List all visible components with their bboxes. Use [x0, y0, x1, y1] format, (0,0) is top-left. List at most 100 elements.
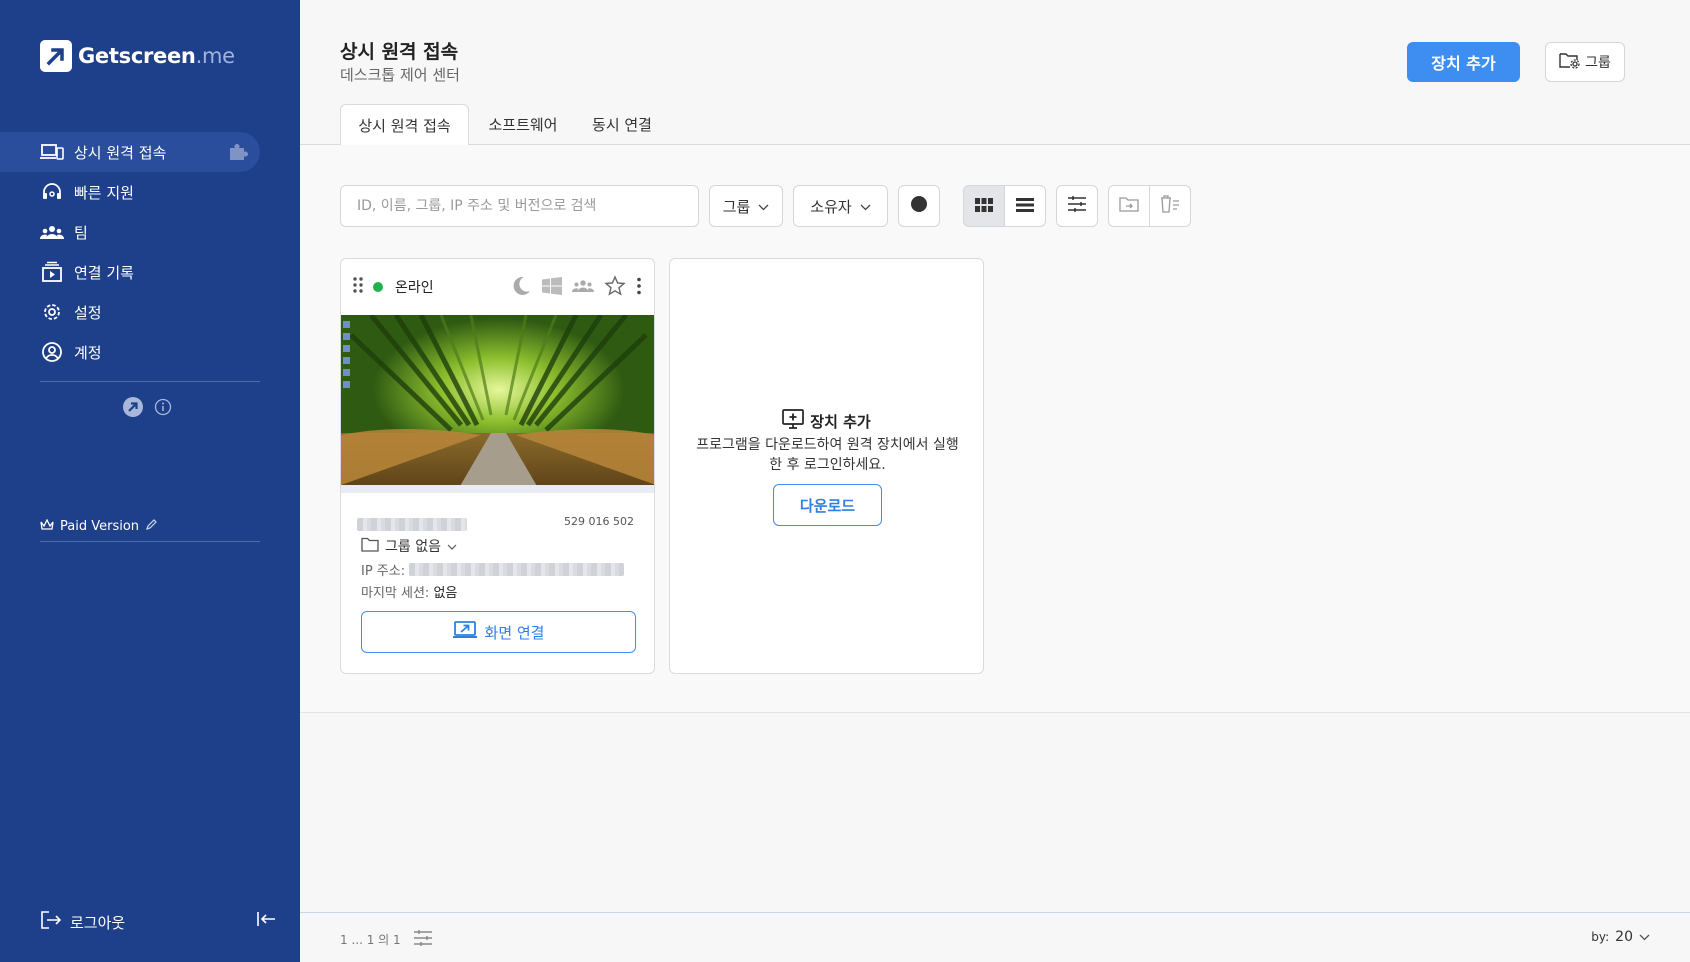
page-title: 상시 원격 접속	[340, 41, 459, 63]
sidebar-item-quick-support[interactable]: 빠른 지원	[0, 172, 300, 212]
folder-move-icon	[1119, 196, 1139, 216]
device-ip: IP 주소:	[361, 560, 625, 579]
star-icon[interactable]	[604, 275, 626, 301]
device-last-session: 마지막 세션: 없음	[361, 582, 457, 601]
pagination-settings-icon[interactable]	[413, 929, 433, 950]
device-id: 529 016 502	[564, 515, 634, 528]
move-to-folder-button[interactable]	[1108, 185, 1150, 227]
devices-icon	[40, 140, 64, 164]
gear-icon	[40, 300, 64, 324]
tab-software[interactable]: 소프트웨어	[471, 104, 575, 145]
add-device-title: 장치 추가	[670, 409, 983, 433]
monitor-plus-icon	[782, 409, 805, 433]
taskbar	[341, 485, 654, 493]
more-vertical-icon[interactable]	[636, 277, 642, 299]
device-screen-thumbnail[interactable]	[341, 315, 654, 493]
sidebar-item-label: 연결 기록	[74, 263, 134, 282]
screen-connect-icon	[452, 621, 477, 643]
ip-label: IP 주소:	[361, 564, 406, 579]
tab-bar: 상시 원격 접속 소프트웨어 동시 연결	[300, 104, 1690, 146]
search-input[interactable]	[340, 185, 699, 227]
sidebar-item-account[interactable]: 계정	[0, 332, 300, 372]
ip-value-redacted	[409, 563, 625, 576]
owner-filter-dropdown[interactable]: 소유자	[793, 185, 888, 227]
trash-list-icon	[1160, 195, 1180, 217]
logo-text: Getscreen.me	[78, 44, 235, 68]
page-subtitle: 데스크톱 제어 센터	[340, 66, 460, 84]
device-group-dropdown[interactable]: 그룹 없음	[361, 536, 457, 556]
last-session-label: 마지막 세션:	[361, 586, 430, 601]
sidebar-item-label: 설정	[74, 303, 102, 322]
per-page-label: by:	[1591, 930, 1610, 944]
filter-settings-button[interactable]	[1056, 185, 1098, 227]
per-page-select[interactable]: by: 20	[1591, 929, 1650, 945]
group-button[interactable]: 그룹	[1545, 42, 1625, 82]
device-card-header: 온라인	[341, 259, 654, 315]
add-device-button[interactable]: 장치 추가	[1407, 42, 1520, 82]
group-filter-label: 그룹	[722, 197, 751, 216]
edit-pencil-icon[interactable]	[145, 518, 158, 535]
windows-icon	[542, 277, 562, 299]
team-access-icon[interactable]	[571, 278, 595, 298]
sidebar-divider	[40, 381, 260, 382]
logout-icon	[40, 910, 62, 934]
drag-handle-icon[interactable]	[353, 277, 363, 297]
collapse-sidebar-icon[interactable]	[256, 910, 276, 932]
sidebar-item-settings[interactable]: 설정	[0, 292, 300, 332]
logout-button[interactable]: 로그아웃	[40, 910, 125, 934]
chevron-down-icon	[860, 197, 871, 215]
logo-arrow-icon	[40, 40, 72, 72]
info-icon[interactable]	[154, 398, 172, 420]
list-icon	[1016, 197, 1034, 216]
sidebar-divider	[40, 541, 260, 542]
sidebar-item-label: 팀	[74, 223, 88, 242]
group-filter-dropdown[interactable]: 그룹	[709, 185, 783, 227]
sidebar-item-team[interactable]: 팀	[0, 212, 300, 252]
sidebar-nav: 상시 원격 접속 빠른 지원 팀 연결 기록 설정 계정	[0, 132, 300, 372]
grid-icon	[975, 197, 993, 216]
per-page-value: 20	[1615, 929, 1633, 945]
filled-circle-icon	[910, 195, 928, 217]
sidebar-item-label: 빠른 지원	[74, 183, 134, 202]
download-button[interactable]: 다운로드	[773, 484, 882, 526]
team-icon	[40, 220, 64, 244]
sidebar-item-permanent-access[interactable]: 상시 원격 접속	[0, 132, 260, 172]
headset-icon	[40, 180, 64, 204]
paid-version-label: Paid Version	[60, 519, 140, 534]
delete-selected-button[interactable]	[1149, 185, 1191, 227]
chevron-down-icon	[1639, 929, 1650, 945]
connect-screen-label: 화면 연결	[484, 623, 545, 642]
last-session-value: 없음	[433, 586, 458, 601]
puzzle-icon[interactable]	[226, 140, 250, 168]
tab-permanent-access[interactable]: 상시 원격 접속	[340, 104, 469, 146]
sleep-moon-icon[interactable]	[510, 275, 532, 301]
online-status-dot	[373, 282, 383, 292]
connect-screen-button[interactable]: 화면 연결	[361, 611, 636, 653]
paid-version[interactable]: Paid Version	[40, 518, 158, 535]
bamboo-forest-image	[341, 315, 654, 493]
add-device-card: 장치 추가 프로그램을 다운로드하여 원격 장치에서 실행한 후 로그인하세요.…	[669, 258, 984, 674]
sidebar-item-connection-history[interactable]: 연결 기록	[0, 252, 300, 292]
sidebar-item-label: 계정	[74, 343, 102, 362]
device-card: 온라인 529 016 502 그룹 없음 IP 주소: 마지막 세션: 없음 …	[340, 258, 655, 674]
chevron-down-icon	[758, 197, 769, 215]
status-filter-button[interactable]	[898, 185, 940, 227]
app-logo-small-icon[interactable]	[122, 396, 144, 422]
grid-view-button[interactable]	[963, 185, 1005, 227]
devices-panel: 그룹 소유자 온라인	[300, 145, 1690, 713]
app-logo[interactable]: Getscreen.me	[40, 40, 235, 72]
tab-concurrent-connections[interactable]: 동시 연결	[577, 104, 667, 145]
group-button-label: 그룹	[1585, 55, 1611, 71]
owner-filter-label: 소유자	[810, 197, 852, 216]
device-name-redacted	[357, 516, 467, 535]
folder-icon	[361, 537, 379, 556]
sliders-icon	[1067, 195, 1087, 217]
crown-icon	[40, 518, 54, 535]
add-device-description: 프로그램을 다운로드하여 원격 장치에서 실행한 후 로그인하세요.	[696, 437, 959, 473]
logout-label: 로그아웃	[70, 913, 126, 932]
sidebar-item-label: 상시 원격 접속	[74, 143, 167, 162]
list-view-button[interactable]	[1004, 185, 1046, 227]
device-group-label: 그룹 없음	[385, 539, 441, 555]
add-device-title-text: 장치 추가	[810, 412, 871, 431]
sidebar-utility-icons	[122, 396, 172, 422]
